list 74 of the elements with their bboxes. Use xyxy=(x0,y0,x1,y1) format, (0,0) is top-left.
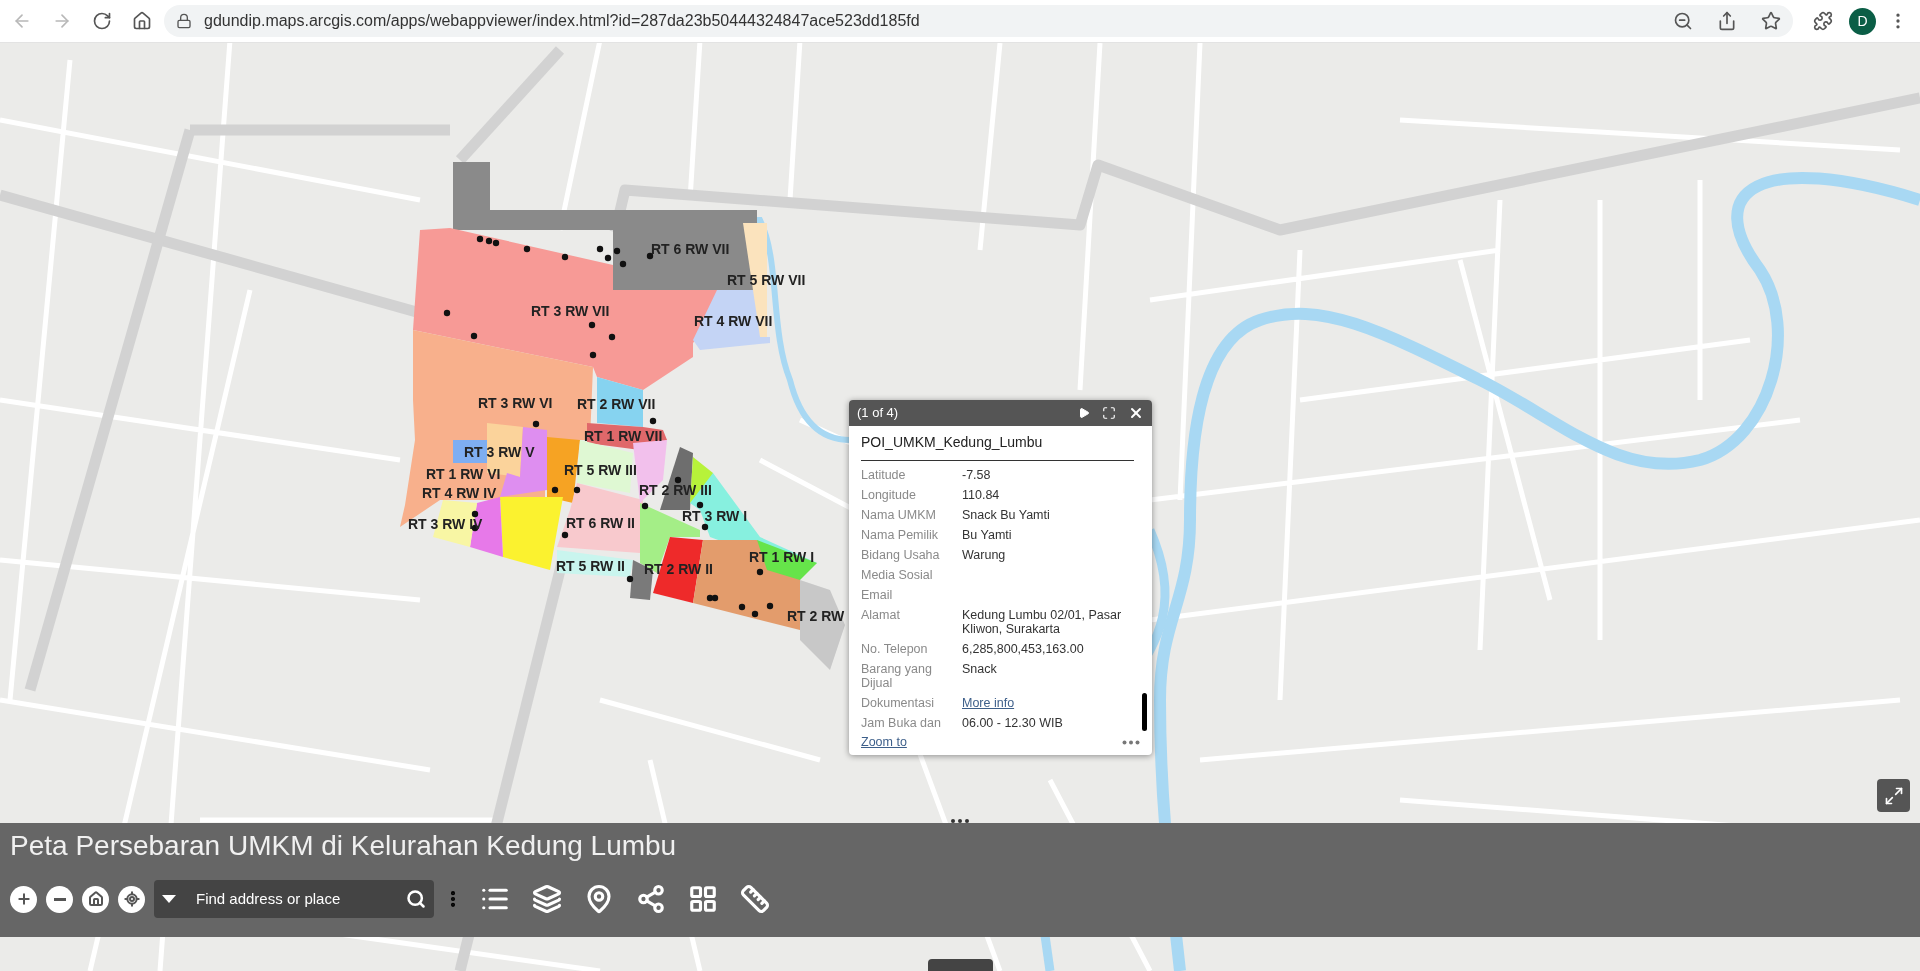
area-label: RT 2 RW VII xyxy=(577,396,656,412)
area-label: RT 5 RW VII xyxy=(727,272,806,288)
locate-button[interactable] xyxy=(118,885,145,913)
field-label: Barang yang Dijual xyxy=(861,662,933,690)
area-label: RT 3 RW I xyxy=(682,508,748,524)
area-label: RT 6 RW VII xyxy=(651,241,730,257)
zoom-out-icon[interactable] xyxy=(1673,11,1693,31)
close-icon[interactable] xyxy=(1128,405,1144,421)
zoom-in-button[interactable] xyxy=(10,885,37,913)
field-label: Nama UMKM xyxy=(861,508,937,522)
area-label: RT 4 RW VII xyxy=(694,313,773,329)
ruler-icon[interactable] xyxy=(740,884,770,914)
caret-icon[interactable] xyxy=(162,895,176,903)
area-label: RT 1 RW VII xyxy=(584,428,663,444)
field-label: Bidang Usaha xyxy=(861,548,941,562)
area-label: RT 3 RW V xyxy=(464,444,535,460)
zoom-out-button[interactable] xyxy=(46,885,73,913)
minus-icon xyxy=(53,897,66,901)
field-value: Snack xyxy=(962,662,997,678)
app-title: Peta Persebaran UMKM di Kelurahan Kedung Lumbu xyxy=(10,829,678,863)
field-value: Bu Yamti xyxy=(962,528,1012,542)
profile-avatar[interactable]: D xyxy=(1849,7,1876,35)
share-icon[interactable] xyxy=(1717,11,1737,31)
area-label: RT 2 RW xyxy=(787,608,845,624)
zoom-to-link[interactable]: Zoom to xyxy=(861,733,907,752)
extensions-icon[interactable] xyxy=(1813,11,1833,31)
fullscreen-button[interactable] xyxy=(1877,779,1910,812)
field-value: 110.84 xyxy=(962,488,1000,502)
next-feature-icon[interactable] xyxy=(1078,407,1090,419)
field-label: Dokumentasi xyxy=(861,696,935,710)
search-field[interactable]: Find address or place xyxy=(154,880,434,918)
area-label: RT 3 RW VII xyxy=(531,303,610,319)
field-label: Longitude xyxy=(861,488,917,502)
field-value: 6,285,800,453,163.00 xyxy=(962,642,1084,656)
field-value: -7.58 xyxy=(962,468,991,482)
lock-icon xyxy=(176,13,192,29)
field-label: Email xyxy=(861,588,894,602)
locate-icon xyxy=(123,891,140,907)
bookmark-star-icon[interactable] xyxy=(1761,11,1781,31)
more-info-link[interactable]: More info xyxy=(962,696,1015,710)
scrollbar-thumb[interactable] xyxy=(1142,693,1147,731)
address-bar[interactable]: gdundip.maps.arcgis.com/apps/webappviewer/index.html?id=287da23b50444324847ace523dd185fd xyxy=(164,5,1793,37)
field-label: Latitude xyxy=(861,468,907,482)
zoom-in-icon xyxy=(15,891,32,907)
grid-icon[interactable] xyxy=(688,884,718,914)
layers-icon[interactable] xyxy=(532,884,562,914)
field-label: No. Telepon xyxy=(861,642,929,656)
home-icon xyxy=(87,891,104,907)
field-value: 06.00 - 12.30 WIB xyxy=(962,716,1063,730)
area-label: RT 6 RW II xyxy=(566,515,635,531)
field-label: Nama Pemilik xyxy=(861,528,940,542)
fullscreen-icon xyxy=(1883,785,1904,806)
field-value: Warung xyxy=(962,548,1006,562)
map-pin-icon[interactable] xyxy=(584,884,614,914)
home-button[interactable] xyxy=(82,885,109,913)
field-value: Snack Bu Yamti xyxy=(962,508,1050,522)
search-icon[interactable] xyxy=(406,889,426,909)
area-label: RT 1 RW VI xyxy=(426,466,501,482)
maximize-icon[interactable] xyxy=(1102,406,1116,420)
home-icon[interactable] xyxy=(132,11,152,31)
field-label: Alamat xyxy=(861,608,901,624)
reload-icon[interactable] xyxy=(92,11,112,31)
field-label: Media Sosial xyxy=(861,568,934,582)
popup-counter: (1 of 4) xyxy=(857,404,900,423)
search-input[interactable]: Find address or place xyxy=(196,887,398,911)
field-label: Jam Buka dan xyxy=(861,716,942,730)
area-label: RT 5 RW II xyxy=(556,558,625,574)
area-label: RT 4 RW IV xyxy=(422,485,497,501)
url-text: gdundip.maps.arcgis.com/apps/webappviewer/index.html?id=287da23b50444324847ace523dd185fd xyxy=(204,11,920,31)
field-value: Kedung Lumbu 02/01, Pasar Kliwon, Surakarta xyxy=(962,608,1123,636)
popup-layer-title: POI_UMKM_Kedung_Lumbu xyxy=(861,432,1134,461)
more-actions-icon[interactable] xyxy=(1122,739,1140,745)
share-nodes-icon[interactable] xyxy=(636,884,666,914)
area-label: RT 3 RW VI xyxy=(478,395,553,411)
